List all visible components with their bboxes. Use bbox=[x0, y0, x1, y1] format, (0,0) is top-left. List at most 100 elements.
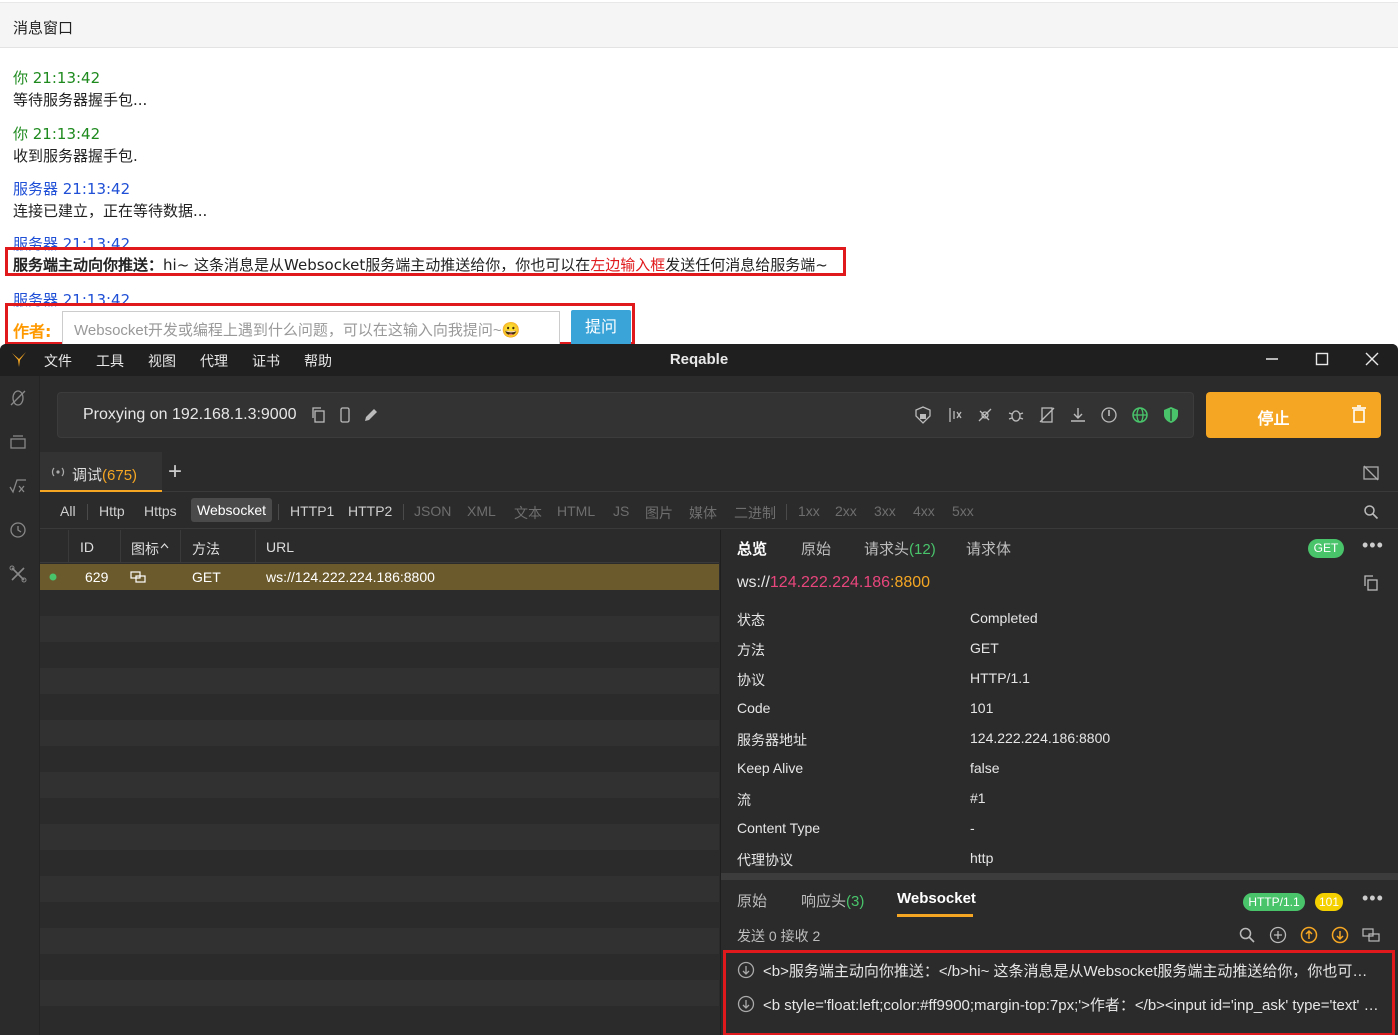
column-icon[interactable]: 图标 bbox=[131, 539, 159, 559]
filter-json[interactable]: JSON bbox=[414, 503, 451, 519]
ws-message[interactable]: <b>服务端主动向你推送：</b>hi~ 这条消息是从Websocket服务端主… bbox=[737, 960, 1382, 981]
split-handle[interactable] bbox=[721, 873, 1398, 880]
list-header: ID 图标 方法 URL bbox=[40, 530, 719, 563]
formula-icon[interactable] bbox=[8, 476, 28, 496]
tab-overview[interactable]: 总览 bbox=[737, 538, 767, 559]
filter-5xx[interactable]: 5xx bbox=[952, 503, 974, 519]
detail-panel: 总览 原始 请求头(12) 请求体 GET ••• ws://124.222.2… bbox=[720, 530, 1398, 1035]
edit-icon[interactable] bbox=[362, 406, 380, 424]
session-tab-bar: 调试(675) + bbox=[40, 452, 1398, 492]
chat-icon[interactable] bbox=[1362, 926, 1380, 944]
column-url[interactable]: URL bbox=[266, 539, 294, 555]
filter-text[interactable]: 文本 bbox=[514, 503, 542, 523]
message-window: 消息窗口 你 21:13:42 等待服务器握手包... 你 21:13:42 收… bbox=[0, 0, 1400, 346]
hide-panel-icon[interactable] bbox=[1362, 464, 1380, 482]
tab-request-headers[interactable]: 请求头(12) bbox=[864, 538, 936, 559]
field-value: - bbox=[970, 820, 975, 836]
filter-html[interactable]: HTML bbox=[557, 503, 595, 519]
mirror-off-icon[interactable] bbox=[1038, 406, 1056, 424]
filter-xml[interactable]: XML bbox=[467, 503, 496, 519]
message-sender: 你 21:13:42 bbox=[13, 125, 101, 143]
sort-up-icon[interactable] bbox=[160, 543, 169, 549]
tab-request-headers-count: (12) bbox=[909, 541, 936, 558]
push-message-bold: 服务端主动向你推送： bbox=[13, 256, 164, 274]
minimize-icon[interactable] bbox=[1260, 348, 1284, 372]
field-value: 124.222.224.186:8800 bbox=[970, 730, 1111, 746]
arrow-down-circle-icon[interactable] bbox=[1331, 926, 1349, 944]
tab-raw[interactable]: 原始 bbox=[801, 538, 831, 559]
field-label: 状态 bbox=[737, 612, 765, 628]
rewrite-off-icon[interactable] bbox=[976, 406, 994, 424]
column-divider bbox=[180, 530, 181, 563]
field-label: 服务器地址 bbox=[737, 732, 807, 748]
filter-https[interactable]: Https bbox=[144, 503, 177, 519]
ask-button[interactable]: 提问 bbox=[571, 310, 631, 346]
filter-image[interactable]: 图片 bbox=[645, 503, 673, 523]
close-icon[interactable] bbox=[1360, 348, 1384, 372]
tab-request-headers-label: 请求头 bbox=[864, 541, 910, 558]
bug-off-icon[interactable] bbox=[8, 388, 28, 408]
tools-icon[interactable] bbox=[8, 564, 28, 584]
filter-http1[interactable]: HTTP1 bbox=[290, 503, 334, 519]
stop-label: 停止 bbox=[1257, 411, 1290, 428]
author-label: 作者: bbox=[13, 322, 52, 341]
tab-response-raw[interactable]: 原始 bbox=[737, 890, 767, 911]
filter-1xx[interactable]: 1xx bbox=[798, 503, 820, 519]
tab-response-headers[interactable]: 响应头(3) bbox=[801, 890, 864, 911]
field-label: 方法 bbox=[737, 642, 765, 658]
search-icon[interactable] bbox=[1363, 504, 1379, 520]
proxy-status: Proxying on 192.168.1.3:9000 bbox=[83, 406, 297, 423]
protocol-badge: HTTP/1.1 bbox=[1243, 893, 1305, 911]
field-label: 协议 bbox=[737, 672, 765, 688]
copy-icon[interactable] bbox=[310, 406, 328, 424]
arrow-up-circle-icon[interactable] bbox=[1300, 926, 1318, 944]
field-value: GET bbox=[970, 640, 999, 656]
layers-icon[interactable] bbox=[8, 432, 28, 452]
breakpoint-icon[interactable] bbox=[945, 406, 963, 424]
push-message-text: hi~ 这条消息是从Websocket服务端主动推送给你，你也可以在 bbox=[163, 256, 591, 274]
filter-4xx[interactable]: 4xx bbox=[913, 503, 935, 519]
maximize-icon[interactable] bbox=[1310, 348, 1334, 372]
add-circle-icon[interactable] bbox=[1269, 926, 1287, 944]
ws-message[interactable]: <b style='float:left;color:#ff9900;margi… bbox=[737, 994, 1382, 1015]
trash-icon[interactable] bbox=[1351, 405, 1367, 423]
copy-url-icon[interactable] bbox=[1363, 575, 1379, 591]
more-icon[interactable]: ••• bbox=[1362, 535, 1384, 556]
filter-http[interactable]: Http bbox=[99, 503, 125, 519]
websocket-icon bbox=[130, 571, 146, 583]
table-row[interactable]: 629 GET ws://124.222.224.186:8800 bbox=[40, 564, 719, 590]
more-icon[interactable]: ••• bbox=[1362, 888, 1384, 909]
filter-2xx[interactable]: 2xx bbox=[835, 503, 857, 519]
history-icon[interactable] bbox=[8, 520, 28, 540]
stop-button[interactable]: 停止 bbox=[1206, 392, 1381, 438]
throttle-icon[interactable] bbox=[1100, 406, 1118, 424]
download-icon[interactable] bbox=[1069, 406, 1087, 424]
ssl-lock-icon[interactable] bbox=[914, 406, 932, 424]
tab-debug[interactable]: 调试(675) bbox=[40, 452, 162, 492]
field-value: HTTP/1.1 bbox=[970, 670, 1030, 686]
filter-http2[interactable]: HTTP2 bbox=[348, 503, 392, 519]
send-receive-count: 发送 0 接收 2 bbox=[737, 928, 821, 944]
field-label: Keep Alive bbox=[737, 760, 804, 776]
filter-js[interactable]: JS bbox=[613, 503, 629, 519]
field-value: false bbox=[970, 760, 1000, 776]
globe-icon[interactable] bbox=[1131, 406, 1149, 424]
tab-request-body[interactable]: 请求体 bbox=[966, 538, 1011, 559]
column-id[interactable]: ID bbox=[80, 539, 94, 555]
field-value: #1 bbox=[970, 790, 986, 806]
filter-websocket[interactable]: Websocket bbox=[191, 498, 272, 522]
filter-3xx[interactable]: 3xx bbox=[874, 503, 896, 519]
column-divider bbox=[120, 530, 121, 563]
filter-binary[interactable]: 二进制 bbox=[734, 503, 776, 523]
filter-all[interactable]: All bbox=[60, 503, 76, 519]
empty-row bbox=[40, 772, 719, 798]
column-method[interactable]: 方法 bbox=[192, 539, 220, 559]
filter-media[interactable]: 媒体 bbox=[689, 503, 717, 523]
script-bug-icon[interactable] bbox=[1007, 406, 1025, 424]
ask-input[interactable]: Websocket开发或编程上遇到什么问题，可以在这输入向我提问~😀 bbox=[62, 311, 560, 345]
shield-icon[interactable] bbox=[1162, 406, 1180, 424]
search-icon[interactable] bbox=[1238, 926, 1256, 944]
tab-websocket[interactable]: Websocket bbox=[897, 890, 976, 907]
mobile-icon[interactable] bbox=[336, 406, 354, 424]
add-tab-icon[interactable]: + bbox=[168, 458, 182, 486]
